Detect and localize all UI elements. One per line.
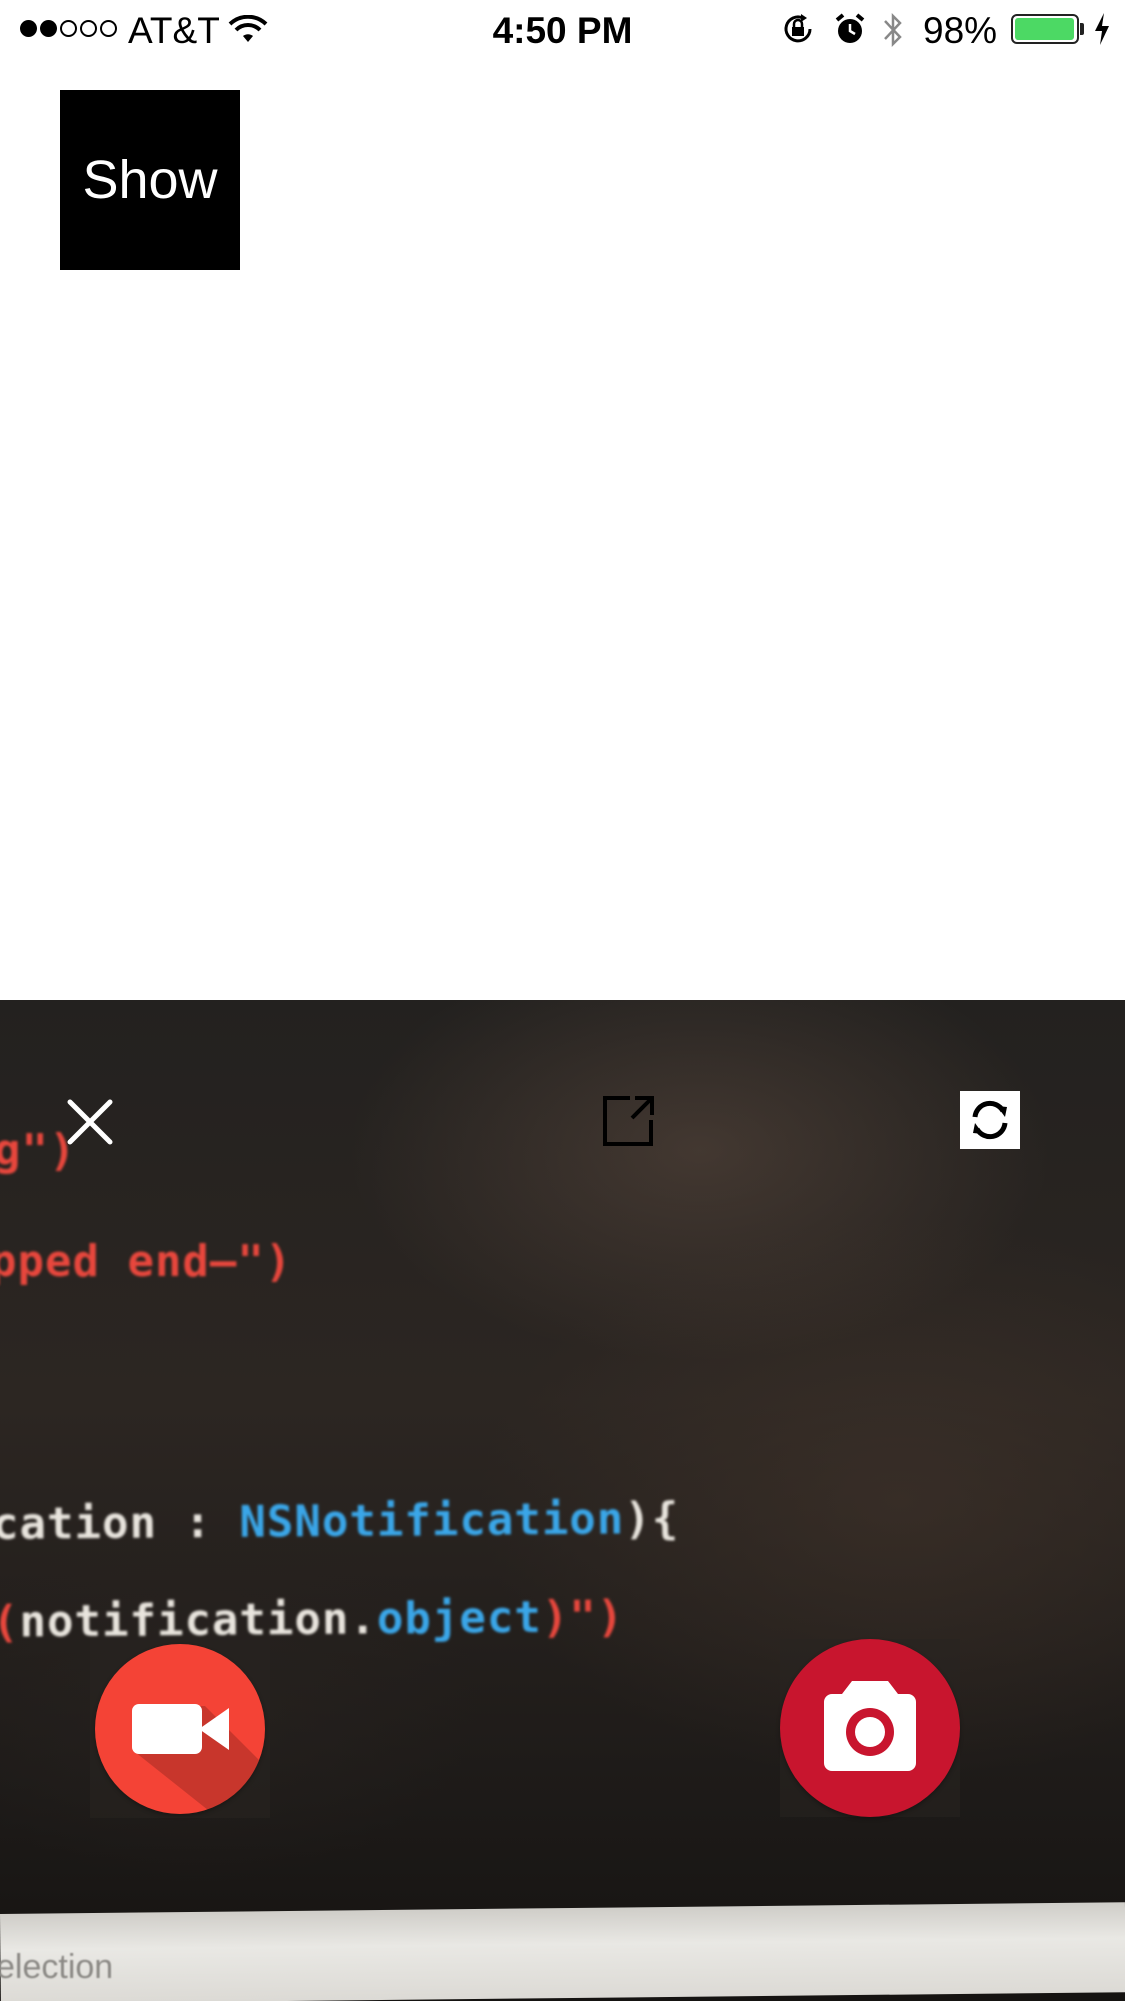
preview-desk-strip — [0, 1902, 1125, 2001]
record-video-button[interactable] — [95, 1644, 265, 1814]
video-camera-icon — [132, 1704, 265, 1814]
close-icon — [67, 1099, 113, 1145]
rotation-lock-icon — [781, 12, 815, 55]
show-button[interactable]: Show — [60, 90, 240, 270]
switch-camera-button[interactable] — [960, 1091, 1020, 1149]
battery-percent: 98% — [923, 10, 998, 51]
expand-button[interactable] — [602, 1094, 656, 1148]
bluetooth-icon — [882, 10, 904, 59]
alarm-icon — [834, 12, 866, 55]
preview-text-line: pped end—") — [0, 1236, 293, 1287]
preview-text-line: cation : NSNotification){ — [0, 1493, 680, 1550]
switch-camera-icon — [972, 1100, 1008, 1140]
charging-bolt-icon — [1092, 12, 1112, 55]
camera-panel: g") pped end—") cation : NSNotification)… — [0, 1000, 1125, 2001]
photo-button-area — [780, 1639, 960, 1817]
battery-tip — [1080, 23, 1084, 35]
expand-icon — [603, 1096, 654, 1146]
close-button[interactable] — [64, 1096, 116, 1148]
preview-desk-text: election — [0, 1948, 114, 1986]
photo-camera-icon — [824, 1681, 916, 1771]
take-photo-button[interactable] — [780, 1639, 960, 1817]
status-bar: AT&T 4:50 PM 98% — [0, 0, 1125, 60]
video-button-area — [90, 1640, 270, 1818]
battery-icon — [1011, 14, 1079, 44]
